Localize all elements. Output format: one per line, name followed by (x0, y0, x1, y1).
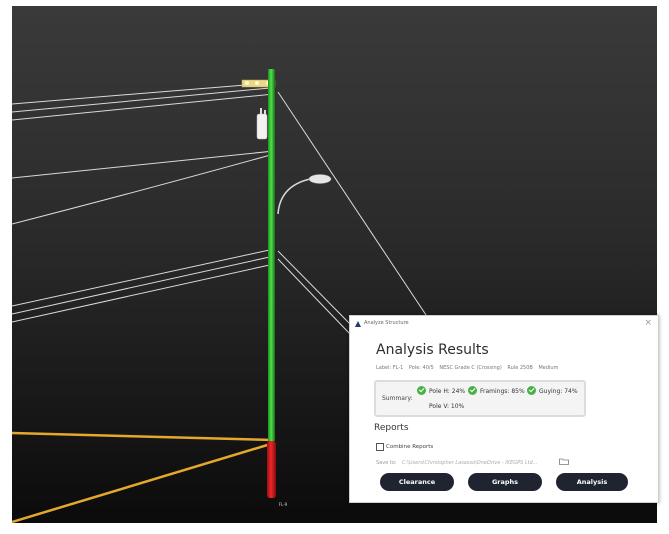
analysis-button[interactable]: Analysis (556, 473, 628, 491)
combine-reports-label[interactable]: Combine Reports (386, 444, 433, 450)
loading-district: Medium (538, 365, 559, 371)
save-path-field[interactable]: C:\Users\Christopher Lasasso\OneDrive - … (402, 460, 538, 466)
guy-wires (12, 431, 275, 523)
dialog-titlebar[interactable]: Analyze Structure × (350, 316, 658, 332)
check-circle-icon (527, 386, 536, 395)
framings-result: Framings: 85% (480, 388, 525, 395)
close-icon[interactable]: × (644, 318, 652, 328)
pole-label: FL-9 (278, 502, 288, 507)
app-logo-icon (355, 321, 361, 327)
check-circle-icon (417, 386, 426, 395)
nesc-rule: Rule 250B (507, 365, 533, 371)
structure-info: Label: FL-1 Pole: 40/5 NESC Grade C (Cro… (376, 365, 562, 371)
overhead-wires (12, 82, 433, 335)
pole-spec: Pole: 40/5 (408, 365, 434, 371)
save-to-label: Save to: (376, 460, 397, 466)
pole-h-result: Pole H: 24% (429, 388, 466, 395)
analyze-structure-dialog: Analyze Structure × Analysis Results Lab… (349, 315, 659, 503)
guying-result: Guying: 74% (539, 388, 578, 395)
transformer (256, 108, 268, 140)
pole-v-result: Pole V: 10% (429, 403, 465, 410)
combine-reports-checkbox[interactable] (376, 443, 384, 451)
nesc-grade: NESC Grade C (Crossing) (439, 365, 502, 371)
graphs-button[interactable]: Graphs (468, 473, 542, 491)
streetlight (277, 174, 332, 215)
folder-icon[interactable] (559, 458, 569, 465)
check-circle-icon (468, 386, 477, 395)
pole-embedded-section[interactable] (267, 441, 276, 498)
clearance-button[interactable]: Clearance (380, 473, 454, 491)
structure-label: Label: FL-1 (376, 365, 404, 371)
dialog-title: Analyze Structure (364, 320, 409, 326)
pole-shaft[interactable] (268, 69, 275, 441)
analysis-results-heading: Analysis Results (376, 342, 489, 358)
reports-heading: Reports (374, 423, 409, 433)
summary-panel: Summary: Pole H: 24% Framings: 85% Guyin… (374, 380, 586, 417)
summary-label: Summary: (382, 395, 413, 402)
